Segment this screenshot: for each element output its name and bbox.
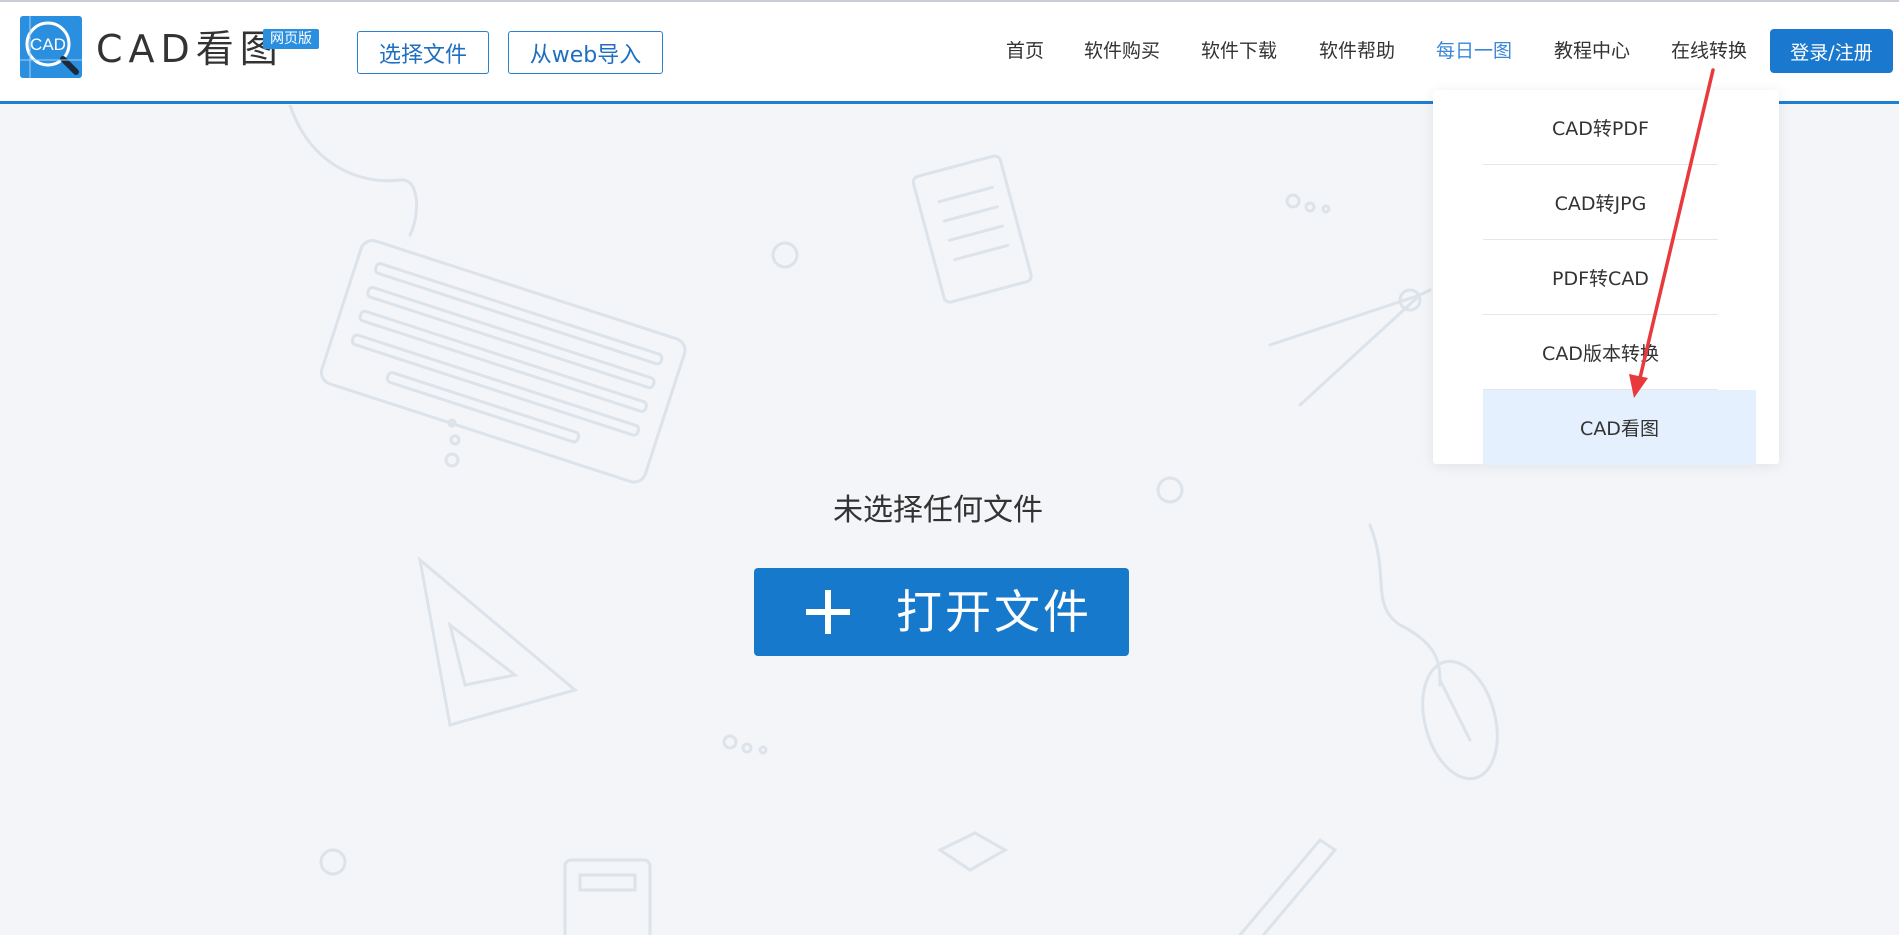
no-file-selected-text: 未选择任何文件: [833, 493, 1043, 528]
svg-text:CAD: CAD: [30, 35, 66, 54]
bubbles-doodle: [444, 193, 1331, 755]
dropdown-item-cad-to-pdf[interactable]: CAD转PDF: [1483, 90, 1718, 165]
nav-home[interactable]: 首页: [1006, 38, 1044, 64]
mouse-doodle-icon: [1368, 523, 1499, 781]
nav-software-help[interactable]: 软件帮助: [1319, 38, 1395, 64]
notebook-doodle-icon: [911, 154, 1033, 304]
open-file-label: 打开文件: [896, 586, 1092, 638]
dropdown-item-pdf-to-cad[interactable]: PDF转CAD: [1483, 240, 1718, 315]
compass-doodle-icon: [1268, 288, 1432, 407]
nav-software-download[interactable]: 软件下载: [1201, 38, 1277, 64]
web-version-badge: 网页版: [263, 29, 319, 49]
keyboard-doodle-icon: [319, 239, 687, 484]
calculator-doodle-icon: [563, 858, 652, 935]
pencil-doodle-icon: [1238, 838, 1338, 935]
nav-tutorial-center[interactable]: 教程中心: [1554, 38, 1630, 64]
nav-daily-drawing[interactable]: 每日一图: [1436, 38, 1512, 64]
open-file-button[interactable]: 打开文件: [754, 568, 1129, 656]
nav-software-purchase[interactable]: 软件购买: [1084, 38, 1160, 64]
brand-title: CAD看图: [96, 27, 284, 71]
eraser-doodle-icon: [936, 831, 1009, 872]
plus-icon: [806, 590, 850, 634]
online-conversion-dropdown: CAD转PDF CAD转JPG PDF转CAD CAD版本转换 CAD看图: [1433, 90, 1779, 465]
triangle-ruler-doodle-icon: [417, 556, 579, 727]
nav-online-conversion[interactable]: 在线转换: [1671, 38, 1747, 64]
dropdown-item-cad-version-convert[interactable]: CAD版本转换: [1483, 315, 1718, 390]
dropdown-item-cad-viewer[interactable]: CAD看图: [1483, 390, 1756, 465]
cad-logo-icon[interactable]: CAD: [20, 16, 82, 78]
dropdown-item-cad-to-jpg[interactable]: CAD转JPG: [1483, 165, 1718, 240]
login-register-button[interactable]: 登录/注册: [1770, 29, 1893, 73]
select-file-button[interactable]: 选择文件: [357, 31, 489, 74]
import-from-web-button[interactable]: 从web导入: [508, 31, 663, 74]
site-header: CAD CAD看图 网页版 选择文件 从web导入 首页 软件购买 软件下载 软…: [0, 2, 1899, 104]
